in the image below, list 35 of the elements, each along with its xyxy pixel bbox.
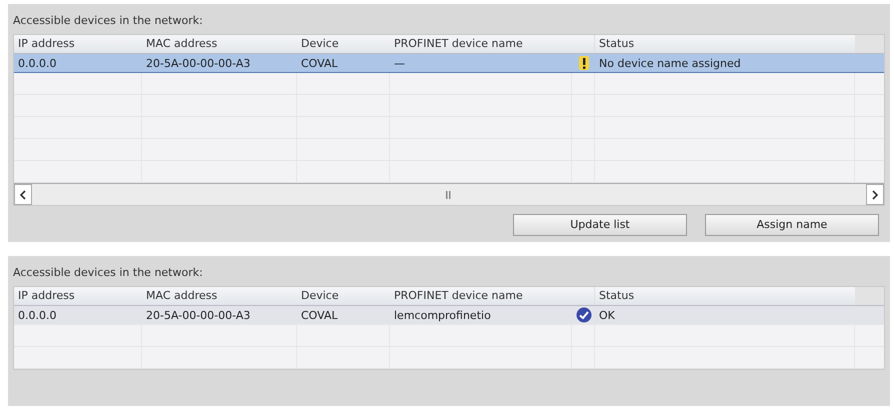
table-row[interactable]: 0.0.0.0 20-5A-00-00-00-A3 COVAL lemcomprofinetio OK	[14, 306, 884, 325]
table-cell-text: COVAL	[300, 56, 339, 72]
table-cell-text: 0.0.0.0	[17, 308, 58, 324]
table-cell-text: 0.0.0.0	[17, 56, 58, 72]
column-header[interactable]: Device	[297, 287, 390, 305]
header-filler	[855, 287, 884, 305]
table-cell-text: COVAL	[300, 308, 339, 324]
table-cell-text: 20-5A-00-00-00-A3	[145, 56, 252, 72]
table-cell-text: lemcomprofinetio	[393, 308, 492, 324]
action-button[interactable]: Assign name	[705, 214, 879, 236]
column-header[interactable]: MAC address	[142, 287, 297, 305]
table-cell-text: —	[393, 56, 406, 72]
checkmark-icon	[576, 307, 592, 323]
action-button[interactable]: Update list	[513, 214, 687, 236]
table-cell-text: 20-5A-00-00-00-A3	[145, 308, 252, 324]
column-header[interactable]: Device	[297, 35, 390, 53]
column-header[interactable]: PROFINET device name	[390, 287, 572, 305]
chevron-left-icon	[19, 190, 27, 200]
column-header[interactable]: Status	[595, 287, 855, 305]
scroll-right-button[interactable]	[866, 184, 884, 205]
column-header[interactable]: Status	[595, 35, 855, 53]
chevron-right-icon	[871, 190, 879, 200]
horizontal-scrollbar[interactable]	[14, 183, 884, 205]
column-header[interactable]: MAC address	[142, 35, 297, 53]
header-filler	[855, 35, 884, 53]
table-cell-text: OK	[598, 308, 616, 324]
scroll-left-button[interactable]	[14, 184, 32, 205]
column-header[interactable]: PROFINET device name	[390, 35, 572, 53]
panel-label: Accessible devices in the network:	[13, 13, 204, 29]
table-row[interactable]: 0.0.0.0 20-5A-00-00-00-A3 COVAL — No device name assigned	[14, 54, 884, 73]
panel-label: Accessible devices in the network:	[13, 265, 204, 281]
column-header[interactable]: IP address	[14, 35, 142, 53]
column-header[interactable]: IP address	[14, 287, 142, 305]
grip-icon	[446, 190, 452, 198]
table-cell-text: No device name assigned	[598, 56, 742, 72]
